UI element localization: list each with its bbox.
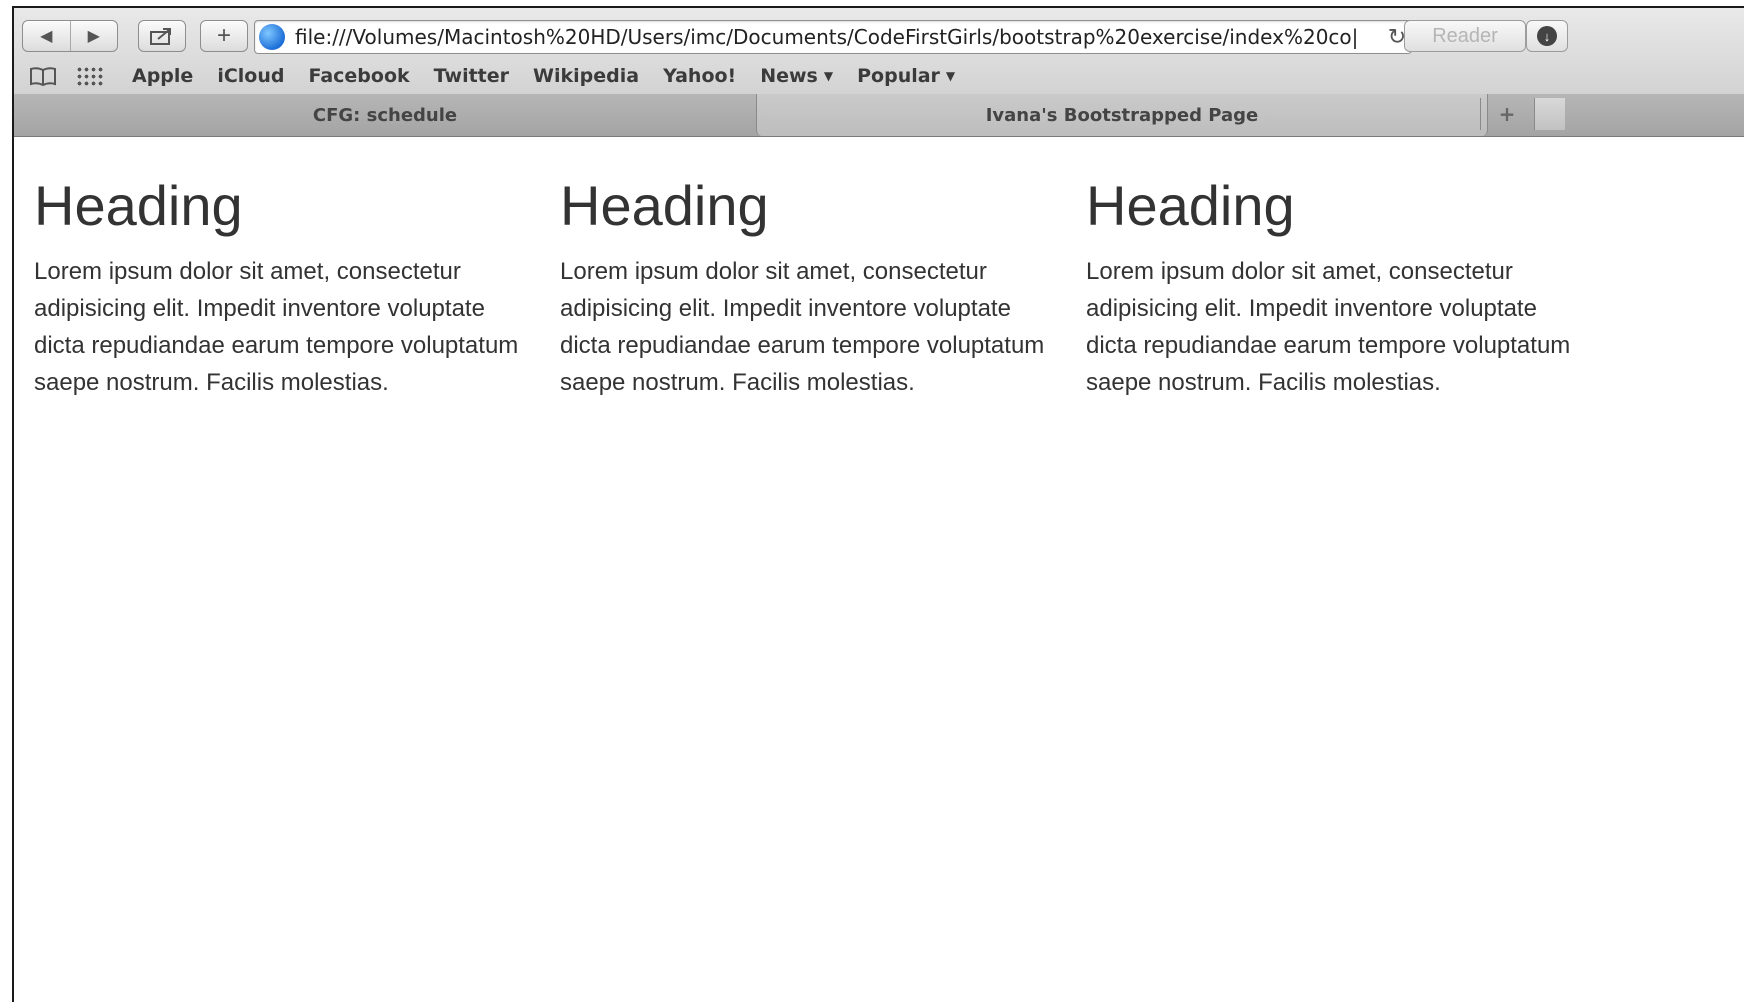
tab-cfg-schedule[interactable]: CFG: schedule bbox=[14, 94, 756, 136]
share-icon bbox=[150, 28, 171, 45]
plus-icon: + bbox=[1498, 102, 1516, 126]
bookmark-menu-news[interactable]: News ▼ bbox=[760, 65, 833, 87]
tab-title: Ivana's Bootstrapped Page bbox=[985, 104, 1259, 126]
back-button[interactable]: ◀ bbox=[23, 21, 70, 51]
column-heading: Heading bbox=[560, 174, 769, 237]
page-content: Heading Lorem ipsum dolor sit amet, cons… bbox=[14, 138, 1744, 1002]
tab-overview-button[interactable] bbox=[1534, 98, 1565, 130]
share-button[interactable] bbox=[138, 20, 186, 52]
top-sites-grid-icon[interactable] bbox=[76, 66, 104, 86]
column-paragraph: Lorem ipsum dolor sit amet, consectetur … bbox=[34, 258, 519, 397]
bookmark-twitter[interactable]: Twitter bbox=[434, 65, 509, 87]
column-heading: Heading bbox=[34, 174, 243, 237]
content-column: Heading Lorem ipsum dolor sit amet, cons… bbox=[560, 172, 1060, 401]
address-bar[interactable]: file:///Volumes/Macintosh%20HD/Users/imc… bbox=[254, 20, 1412, 54]
forward-arrow-icon: ▶ bbox=[87, 28, 100, 45]
bookmark-wikipedia[interactable]: Wikipedia bbox=[533, 65, 639, 87]
bookmark-yahoo[interactable]: Yahoo! bbox=[663, 65, 736, 87]
reading-list-icon[interactable] bbox=[28, 65, 58, 87]
bookmarks-bar: Apple iCloud Facebook Twitter Wikipedia … bbox=[14, 60, 1744, 92]
address-bar-url[interactable]: file:///Volumes/Macintosh%20HD/Users/imc… bbox=[295, 25, 1383, 49]
content-column: Heading Lorem ipsum dolor sit amet, cons… bbox=[1086, 172, 1586, 401]
content-column: Heading Lorem ipsum dolor sit amet, cons… bbox=[34, 172, 534, 401]
dropdown-caret-icon: ▼ bbox=[945, 69, 956, 83]
tab-bootstrapped-page[interactable]: Ivana's Bootstrapped Page bbox=[756, 94, 1488, 136]
tab-title: CFG: schedule bbox=[312, 104, 458, 126]
back-forward-buttons: ◀ ▶ bbox=[22, 20, 118, 52]
dropdown-caret-icon: ▼ bbox=[823, 69, 834, 83]
download-arrow-icon: ↓ bbox=[1537, 26, 1557, 46]
browser-window: ◀ ▶ + file:///Volumes/Macintosh%20HD/Use… bbox=[12, 6, 1744, 1002]
bookmark-menu-news-label: News bbox=[760, 65, 818, 87]
plus-icon: + bbox=[216, 22, 231, 49]
downloads-button[interactable]: ↓ bbox=[1526, 20, 1568, 52]
new-tab-button[interactable]: + bbox=[1480, 98, 1533, 130]
browser-toolbar: ◀ ▶ + file:///Volumes/Macintosh%20HD/Use… bbox=[14, 8, 1744, 108]
forward-button[interactable]: ▶ bbox=[69, 21, 118, 51]
column-paragraph: Lorem ipsum dolor sit amet, consectetur … bbox=[1086, 258, 1571, 397]
bookmark-facebook[interactable]: Facebook bbox=[308, 65, 409, 87]
globe-icon bbox=[259, 24, 285, 50]
bookmark-icloud[interactable]: iCloud bbox=[217, 65, 284, 87]
bookmark-menu-popular[interactable]: Popular ▼ bbox=[857, 65, 955, 87]
reader-button[interactable]: Reader bbox=[1404, 20, 1526, 52]
navigation-row: ◀ ▶ + file:///Volumes/Macintosh%20HD/Use… bbox=[14, 16, 1744, 56]
bookmark-menu-popular-label: Popular bbox=[857, 65, 940, 87]
bookmark-apple[interactable]: Apple bbox=[132, 65, 193, 87]
column-heading: Heading bbox=[1086, 174, 1295, 237]
tab-bar: CFG: schedule Ivana's Bootstrapped Page … bbox=[14, 94, 1744, 137]
column-paragraph: Lorem ipsum dolor sit amet, consectetur … bbox=[560, 258, 1045, 397]
add-bookmark-button[interactable]: + bbox=[200, 20, 248, 52]
back-arrow-icon: ◀ bbox=[40, 28, 53, 45]
